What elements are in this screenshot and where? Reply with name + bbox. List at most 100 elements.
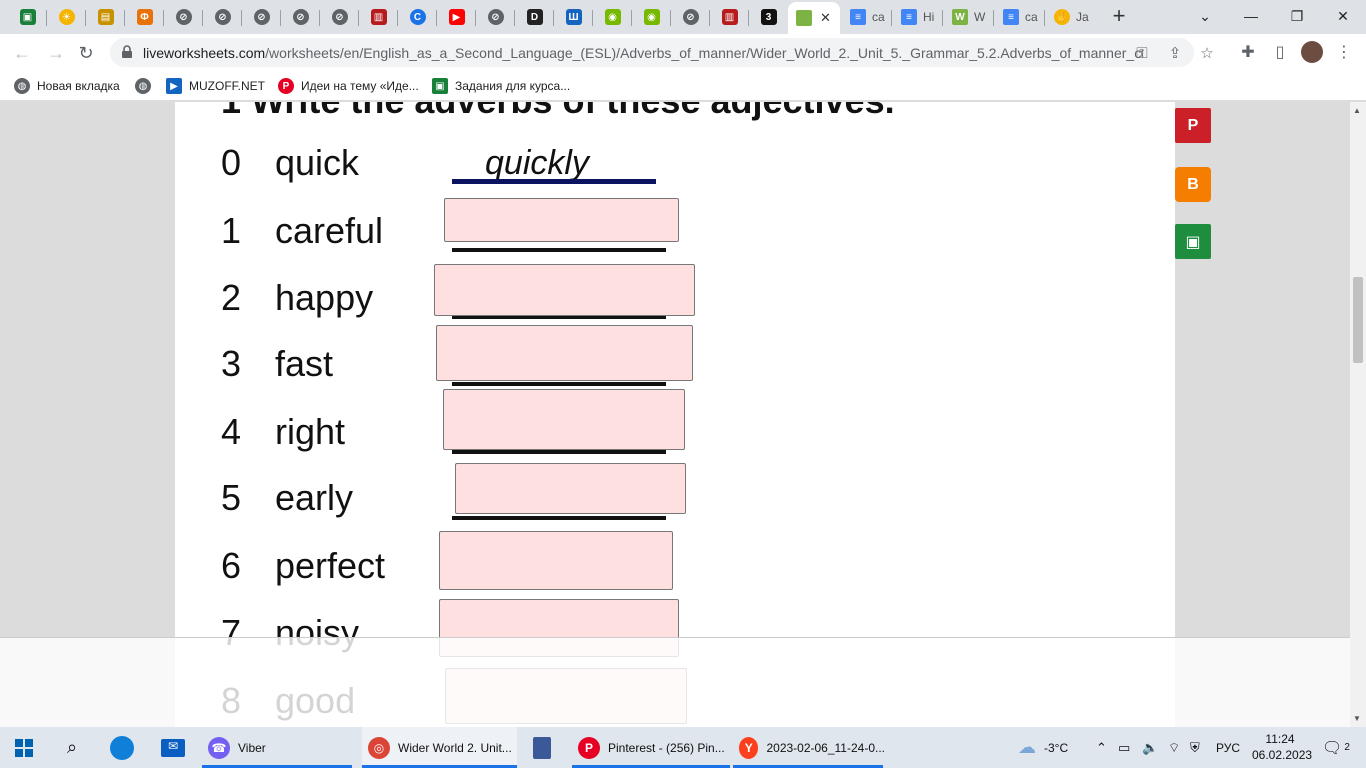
system-clock[interactable]: 11:24 06.02.2023 (1252, 731, 1312, 763)
google-classroom-share-button[interactable]: ▣ (1175, 224, 1211, 259)
pinterest-icon: P (578, 736, 600, 759)
globe-icon: ⊘ (682, 9, 699, 25)
notification-icon: 🗨 (1322, 739, 1343, 757)
bookmark-pinterest[interactable]: P Идеи на тему «Иде... (278, 77, 419, 95)
tab-nvidia-2[interactable]: ◉ (632, 4, 671, 30)
tab-classroom[interactable]: ▣ (8, 4, 47, 30)
side-panel-icon[interactable]: ▯ (1266, 38, 1294, 66)
tab-3[interactable]: 3 (749, 4, 788, 30)
tab-globe-3[interactable]: ⊘ (242, 4, 281, 30)
tab-globe-7[interactable]: ⊘ (671, 4, 710, 30)
share-icon[interactable]: ⇪ (1164, 42, 1186, 64)
volume-icon[interactable]: 🔈 (1142, 727, 1158, 768)
pinterest-icon: P (1187, 116, 1199, 134)
bookmark-new-tab[interactable]: ◍ Новая вкладка (14, 77, 120, 95)
windows-logo-icon (15, 738, 33, 757)
tab-globe-6[interactable]: ⊘ (476, 4, 515, 30)
tab-globe-2[interactable]: ⊘ (203, 4, 242, 30)
clock-time: 11:24 (1265, 732, 1295, 746)
restore-button[interactable]: ❐ (1274, 0, 1320, 32)
answer-line (452, 450, 666, 454)
answer-input-2[interactable] (434, 264, 695, 316)
blogger-share-button[interactable]: B (1175, 167, 1211, 202)
scroll-down-icon[interactable]: ▼ (1353, 714, 1361, 723)
answer-input-6[interactable] (439, 531, 673, 590)
taskbar-app-pinterest[interactable]: P Pinterest - (256) Pin... (572, 727, 730, 768)
network-icon[interactable]: ⌔ (1168, 727, 1180, 768)
edge-icon[interactable] (102, 731, 142, 764)
tab-youtube[interactable]: ▶ (437, 4, 476, 30)
tab-nvidia-1[interactable]: ◉ (593, 4, 632, 30)
item-number: 6 (221, 545, 242, 586)
answer-line (452, 382, 666, 386)
tab-globe-5[interactable]: ⊘ (320, 4, 359, 30)
tab-liveworksheets-2[interactable]: WW (944, 4, 994, 30)
taskbar-app-label: 2023-02-06_11-24-0... (766, 740, 885, 755)
calculator-icon[interactable] (522, 731, 562, 764)
answer-line (452, 179, 656, 184)
tab-book[interactable]: ▥ (359, 4, 398, 30)
start-button[interactable] (4, 731, 44, 764)
more-menu-icon[interactable]: ⋮ (1330, 38, 1358, 66)
forward-button[interactable]: → (42, 39, 70, 67)
notifications-button[interactable]: 🗨 2 (1322, 727, 1350, 768)
battery-icon[interactable]: ▭ (1118, 727, 1130, 768)
answer-input-1[interactable] (444, 198, 679, 242)
key-icon[interactable]: ⚿ (1131, 42, 1153, 64)
tab-ua[interactable]: Ш (554, 4, 593, 30)
taskbar-app-chrome[interactable]: ◎ Wider World 2. Unit... (362, 727, 517, 768)
tab-hand[interactable]: ✋ Ja (1046, 4, 1096, 30)
pinterest-share-button[interactable]: P (1175, 108, 1211, 143)
tab-orange[interactable]: Ф (125, 4, 164, 30)
item-adjective: happy (275, 277, 374, 318)
page-viewport: 1 Write the adverbs of these adjectives.… (0, 102, 1350, 727)
scroll-up-icon[interactable]: ▲ (1353, 106, 1361, 115)
answer-input-5[interactable] (455, 463, 686, 514)
reload-button[interactable]: ↻ (72, 39, 100, 67)
tab-docs-2[interactable]: ≡ Hi (893, 4, 943, 30)
bookmark-globe[interactable]: ◍ (135, 77, 158, 95)
tab-book-2[interactable]: ▥ (710, 4, 749, 30)
bookmark-classroom[interactable]: ▣ Задания для курса... (432, 77, 570, 95)
nvidia-icon: ◉ (643, 9, 660, 25)
tab-active-worksheet[interactable]: ✕ (788, 2, 840, 34)
page-scrollbar[interactable]: ▲ ▼ (1350, 102, 1366, 727)
back-button[interactable]: ← (8, 39, 36, 67)
tab-calc[interactable]: ▤ (86, 4, 125, 30)
tab-sun[interactable]: ☀ (47, 4, 86, 30)
tab-search-dropdown-icon[interactable]: ⌄ (1182, 0, 1228, 32)
bookmark-star-icon[interactable]: ☆ (1196, 42, 1218, 64)
minimize-button[interactable]: — (1228, 0, 1274, 32)
tab-edge[interactable]: C (398, 4, 437, 30)
tray-chevron-icon[interactable]: ⌃ (1096, 727, 1107, 768)
weather-widget[interactable]: ☁ -3°C (1018, 727, 1068, 768)
answer-input-4[interactable] (443, 389, 685, 450)
tab-label: Hi (923, 10, 935, 24)
scroll-thumb[interactable] (1353, 277, 1363, 363)
extensions-puzzle-icon[interactable]: ✚ (1234, 38, 1262, 66)
bookmark-muzoff[interactable]: ▶ MUZOFF.NET (166, 77, 265, 95)
new-tab-button[interactable]: + (1106, 5, 1132, 29)
avatar[interactable] (1298, 38, 1326, 66)
answer-input-3[interactable] (436, 325, 693, 381)
globe-icon: ◍ (135, 78, 151, 94)
answer-line (452, 248, 666, 252)
windows-taskbar: ⌕ ✉ ☎ Viber ◎ Wider World 2. Unit... P Pint… (0, 727, 1366, 768)
bookmark-label: MUZOFF.NET (189, 79, 265, 93)
item-number: 0 (221, 142, 242, 183)
shield-icon[interactable]: ⛨ (1190, 727, 1200, 768)
docs-icon: ≡ (850, 9, 866, 25)
search-icon[interactable]: ⌕ (52, 731, 92, 764)
tab-d[interactable]: D (515, 4, 554, 30)
close-window-button[interactable]: ✕ (1320, 0, 1366, 32)
taskbar-app-yandex[interactable]: Y 2023-02-06_11-24-0... (733, 727, 885, 768)
mail-icon[interactable]: ✉ (153, 731, 193, 764)
close-tab-icon[interactable]: ✕ (820, 10, 831, 26)
address-bar[interactable]: liveworksheets.com/worksheets/en/English… (110, 38, 1214, 67)
language-indicator[interactable]: РУС (1216, 727, 1240, 768)
tab-globe-1[interactable]: ⊘ (164, 4, 203, 30)
tab-globe-4[interactable]: ⊘ (281, 4, 320, 30)
tab-docs-3[interactable]: ≡ ca (995, 4, 1045, 30)
tab-docs-1[interactable]: ≡ ca (842, 4, 892, 30)
taskbar-app-viber[interactable]: ☎ Viber (202, 727, 354, 768)
